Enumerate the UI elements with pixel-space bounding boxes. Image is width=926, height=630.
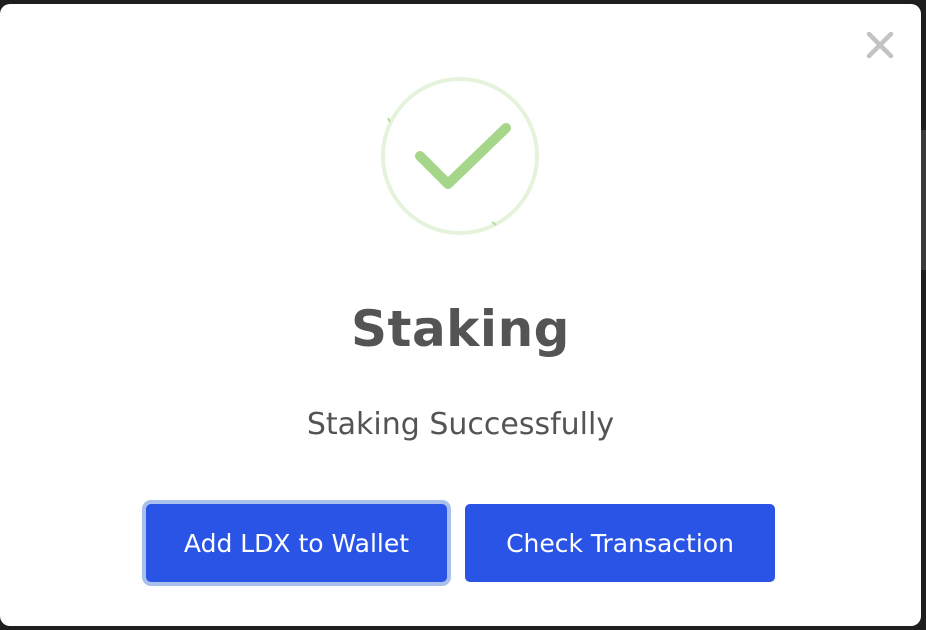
- close-button[interactable]: [863, 28, 897, 62]
- success-dialog: Staking Staking Successfully Add LDX to …: [0, 4, 921, 626]
- add-ldx-to-wallet-button[interactable]: Add LDX to Wallet: [146, 504, 447, 582]
- dialog-message: Staking Successfully: [306, 407, 615, 442]
- check-transaction-button[interactable]: Check Transaction: [465, 504, 775, 582]
- dialog-title: Staking: [351, 300, 570, 358]
- close-icon[interactable]: [863, 28, 897, 62]
- checkmark-success-icon: [380, 76, 540, 236]
